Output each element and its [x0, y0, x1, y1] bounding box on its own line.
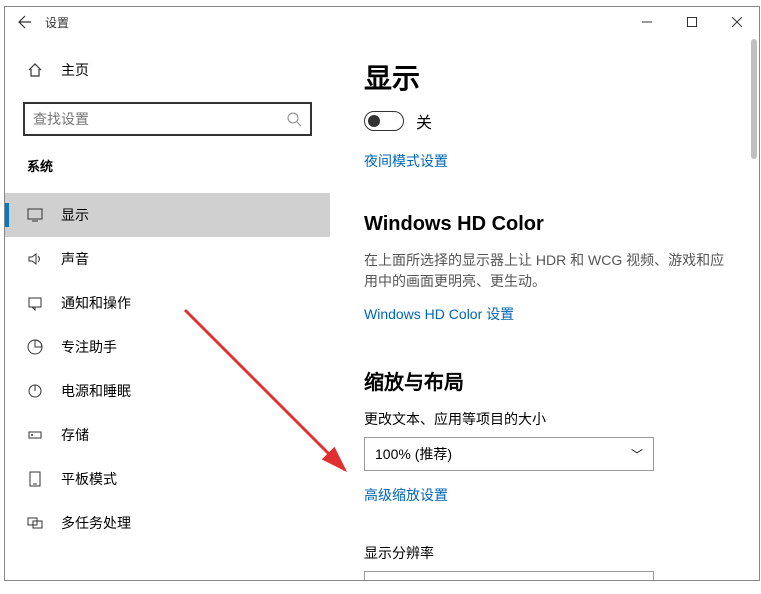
back-button[interactable]	[5, 7, 45, 37]
search-icon	[286, 111, 302, 127]
titlebar-left-group: 设置	[5, 7, 69, 37]
maximize-icon	[687, 17, 697, 27]
sidebar: 主页 系统 显示 声音 通知和操作 专注助手	[5, 37, 330, 580]
settings-window: 设置 主页 系统 显示 声音	[4, 6, 760, 581]
page-title: 显示	[364, 57, 725, 97]
back-arrow-icon	[17, 14, 33, 30]
resolution-value: 1920 × 1080 (推荐)	[375, 578, 494, 580]
minimize-icon	[642, 17, 652, 27]
titlebar: 设置	[5, 7, 759, 37]
multitask-icon	[27, 515, 43, 531]
close-icon	[732, 17, 742, 27]
window-controls	[624, 7, 759, 37]
nav-item-display[interactable]: 显示	[5, 193, 330, 237]
home-label: 主页	[61, 60, 89, 80]
tablet-icon	[27, 471, 43, 487]
nav-item-sound[interactable]: 声音	[5, 237, 330, 281]
minimize-button[interactable]	[624, 7, 669, 37]
nav-label: 电源和睡眠	[61, 381, 131, 401]
chevron-down-icon: ﹀	[631, 580, 643, 581]
nav-item-storage[interactable]: 存储	[5, 413, 330, 457]
home-icon	[27, 62, 43, 78]
scale-select[interactable]: 100% (推荐) ﹀	[364, 437, 654, 471]
nav-item-notifications[interactable]: 通知和操作	[5, 281, 330, 325]
category-header: 系统	[5, 156, 330, 175]
nav-label: 存储	[61, 425, 89, 445]
nav-item-multitask[interactable]: 多任务处理	[5, 501, 330, 545]
hd-color-title: Windows HD Color	[364, 213, 725, 236]
toggle-row: 关	[364, 109, 725, 133]
nav-label: 通知和操作	[61, 293, 131, 313]
nav-label: 专注助手	[61, 337, 117, 357]
resolution-select[interactable]: 1920 × 1080 (推荐) ﹀	[364, 571, 654, 580]
night-mode-settings-link[interactable]: 夜间模式设置	[364, 151, 448, 171]
search-box[interactable]	[23, 102, 312, 136]
nav-label: 平板模式	[61, 469, 117, 489]
maximize-button[interactable]	[669, 7, 714, 37]
scale-value: 100% (推荐)	[375, 444, 452, 464]
focus-icon	[27, 339, 43, 355]
monitor-icon	[27, 207, 43, 223]
search-input[interactable]	[33, 111, 286, 127]
nav-label: 多任务处理	[61, 513, 131, 533]
nav-item-power[interactable]: 电源和睡眠	[5, 369, 330, 413]
content-area: 主页 系统 显示 声音 通知和操作 专注助手	[5, 37, 759, 580]
hd-color-settings-link[interactable]: Windows HD Color 设置	[364, 304, 514, 324]
hd-color-description: 在上面所选择的显示器上让 HDR 和 WCG 视频、游戏和应用中的画面更明亮、更…	[364, 250, 725, 292]
scale-section-title: 缩放与布局	[364, 366, 725, 395]
storage-icon	[27, 427, 43, 443]
night-mode-toggle[interactable]	[364, 111, 404, 131]
nav-label: 显示	[61, 205, 89, 225]
home-button[interactable]: 主页	[5, 52, 330, 88]
nav-label: 声音	[61, 249, 89, 269]
advanced-scaling-link[interactable]: 高级缩放设置	[364, 485, 448, 505]
window-title: 设置	[45, 14, 69, 31]
nav-item-focus[interactable]: 专注助手	[5, 325, 330, 369]
close-button[interactable]	[714, 7, 759, 37]
chevron-down-icon: ﹀	[631, 446, 643, 463]
scale-field-label: 更改文本、应用等项目的大小	[364, 409, 725, 429]
scrollbar-thumb[interactable]	[751, 39, 757, 159]
nav-item-tablet[interactable]: 平板模式	[5, 457, 330, 501]
toggle-state-label: 关	[416, 109, 432, 133]
power-icon	[27, 383, 43, 399]
main-panel: 显示 关 夜间模式设置 Windows HD Color 在上面所选择的显示器上…	[330, 37, 759, 580]
sound-icon	[27, 251, 43, 267]
resolution-field-label: 显示分辨率	[364, 543, 725, 563]
notification-icon	[27, 295, 43, 311]
